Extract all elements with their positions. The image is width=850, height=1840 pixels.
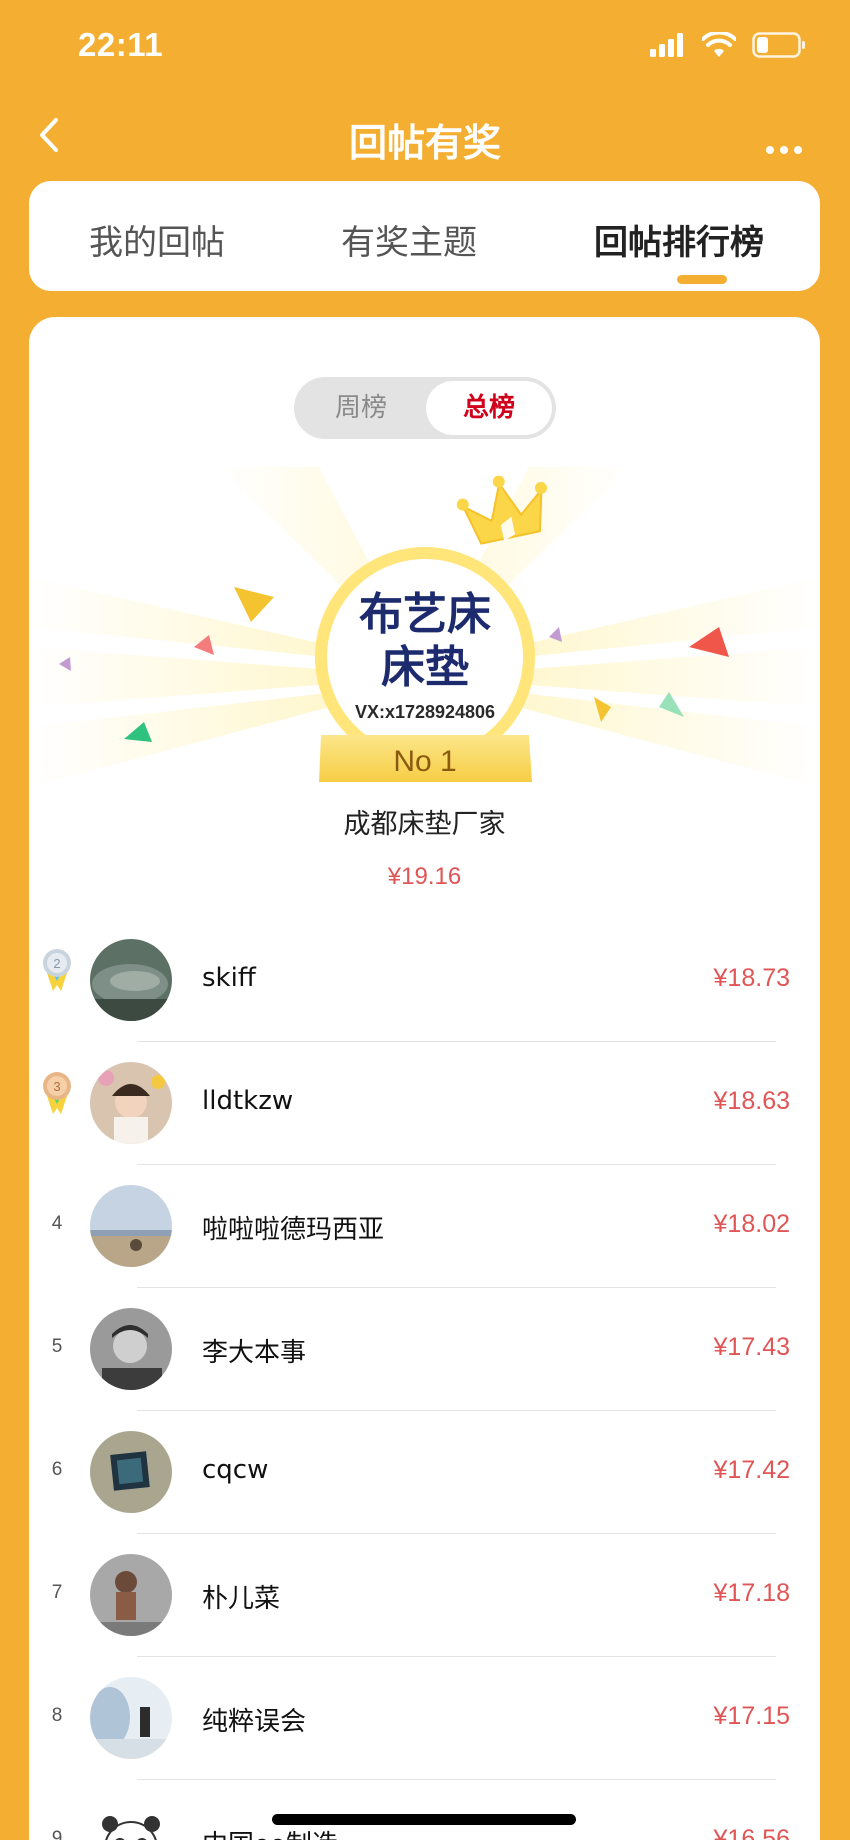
wifi-icon xyxy=(702,32,736,57)
list-item[interactable]: 5 李大本事 ¥17.43 xyxy=(29,1288,820,1411)
rank-number: 5 xyxy=(51,1336,63,1357)
username[interactable]: lldtkzw xyxy=(202,1086,293,1116)
banner-graphic: 布艺床 床垫 VX:x1728924806 No 1 xyxy=(29,467,820,787)
ranking-card: 周榜 总榜 布艺床 床垫 VX:x1728924806 No 1 成都床垫厂家 … xyxy=(29,317,820,1840)
avatar[interactable] xyxy=(90,1185,172,1267)
list-item[interactable]: 6 cqcw ¥17.42 xyxy=(29,1411,820,1534)
reward-amount: ¥17.43 xyxy=(713,1333,790,1361)
toggle-week[interactable]: 周榜 xyxy=(298,381,424,435)
nav-bar: 回帖有奖 xyxy=(0,96,850,186)
reward-amount: ¥18.73 xyxy=(713,964,790,992)
status-bar: 22:11 xyxy=(0,0,850,96)
period-toggle: 周榜 总榜 xyxy=(294,377,556,439)
first-place-amount: ¥19.16 xyxy=(387,863,462,890)
status-time: 22:11 xyxy=(78,26,164,63)
tab-my-replies[interactable]: 我的回帖 xyxy=(89,215,225,264)
list-item[interactable]: 4 啦啦啦德玛西亚 ¥18.02 xyxy=(29,1165,820,1288)
username[interactable]: 纯粹误会 xyxy=(202,1701,306,1738)
svg-text:3: 3 xyxy=(53,1079,60,1094)
avatar[interactable] xyxy=(90,1800,172,1840)
rank-number: 7 xyxy=(51,1582,63,1603)
rank-number: 9 xyxy=(51,1828,63,1840)
status-icons xyxy=(650,32,806,58)
username[interactable]: skiff xyxy=(202,963,256,993)
rank-number: 6 xyxy=(51,1459,63,1480)
avatar[interactable] xyxy=(90,1677,172,1759)
list-item[interactable]: 2 skiff ¥18.73 xyxy=(29,919,820,1042)
svg-text:2: 2 xyxy=(53,956,60,971)
avatar[interactable] xyxy=(90,1062,172,1144)
username[interactable]: 啦啦啦德玛西亚 xyxy=(202,1209,384,1246)
avatar-text-line3: VX:x1728924806 xyxy=(355,702,495,722)
avatar-text-line2: 床垫 xyxy=(381,642,469,693)
signal-icon xyxy=(650,33,683,57)
list-item[interactable]: 8 纯粹误会 ¥17.15 xyxy=(29,1657,820,1780)
avatar[interactable] xyxy=(90,1554,172,1636)
avatar[interactable] xyxy=(90,1431,172,1513)
tab-reply-ranking[interactable]: 回帖排行榜 xyxy=(594,215,764,264)
tab-reward-topics[interactable]: 有奖主题 xyxy=(341,215,477,264)
more-icon xyxy=(766,146,802,154)
reward-amount: ¥18.02 xyxy=(713,1210,790,1238)
avatar[interactable] xyxy=(90,939,172,1021)
tab-bar: 我的回帖 有奖主题 回帖排行榜 xyxy=(29,181,820,291)
bronze-medal-icon: 3 xyxy=(43,1072,71,1114)
list-item[interactable]: 3 lldtkzw ¥18.63 xyxy=(29,1042,820,1165)
battery-icon xyxy=(752,32,805,58)
reward-amount: ¥17.18 xyxy=(713,1579,790,1607)
reward-amount: ¥18.63 xyxy=(713,1087,790,1115)
rank-number: 8 xyxy=(51,1705,63,1726)
username[interactable]: 李大本事 xyxy=(202,1332,306,1369)
reward-amount: ¥17.15 xyxy=(713,1702,790,1730)
active-tab-indicator xyxy=(677,275,727,284)
username[interactable]: cqcw xyxy=(202,1455,268,1485)
toggle-total[interactable]: 总榜 xyxy=(426,381,552,435)
rank-number: 4 xyxy=(51,1213,63,1234)
more-button[interactable] xyxy=(754,110,814,160)
rank-1-label: No 1 xyxy=(393,745,456,778)
list-item[interactable]: 9 中国oo制造 ¥16.56 xyxy=(29,1780,820,1840)
username[interactable]: 朴儿菜 xyxy=(202,1578,280,1615)
silver-medal-icon: 2 xyxy=(43,949,71,991)
first-place-name[interactable]: 成都床垫厂家 xyxy=(29,802,820,841)
avatar-text-line1: 布艺床 xyxy=(359,589,491,640)
home-indicator[interactable] xyxy=(272,1814,576,1825)
list-item[interactable]: 7 朴儿菜 ¥17.18 xyxy=(29,1534,820,1657)
page-title: 回帖有奖 xyxy=(348,121,501,165)
avatar[interactable] xyxy=(90,1308,172,1390)
ranking-list: 2 skiff ¥18.73 3 lldtkzw ¥18.63 4 啦啦啦德玛西… xyxy=(29,919,820,1840)
first-place-banner: 布艺床 床垫 VX:x1728924806 No 1 xyxy=(29,467,820,907)
reward-amount: ¥16.56 xyxy=(713,1825,790,1840)
username[interactable]: 中国oo制造 xyxy=(202,1824,338,1840)
reward-amount: ¥17.42 xyxy=(713,1456,790,1484)
